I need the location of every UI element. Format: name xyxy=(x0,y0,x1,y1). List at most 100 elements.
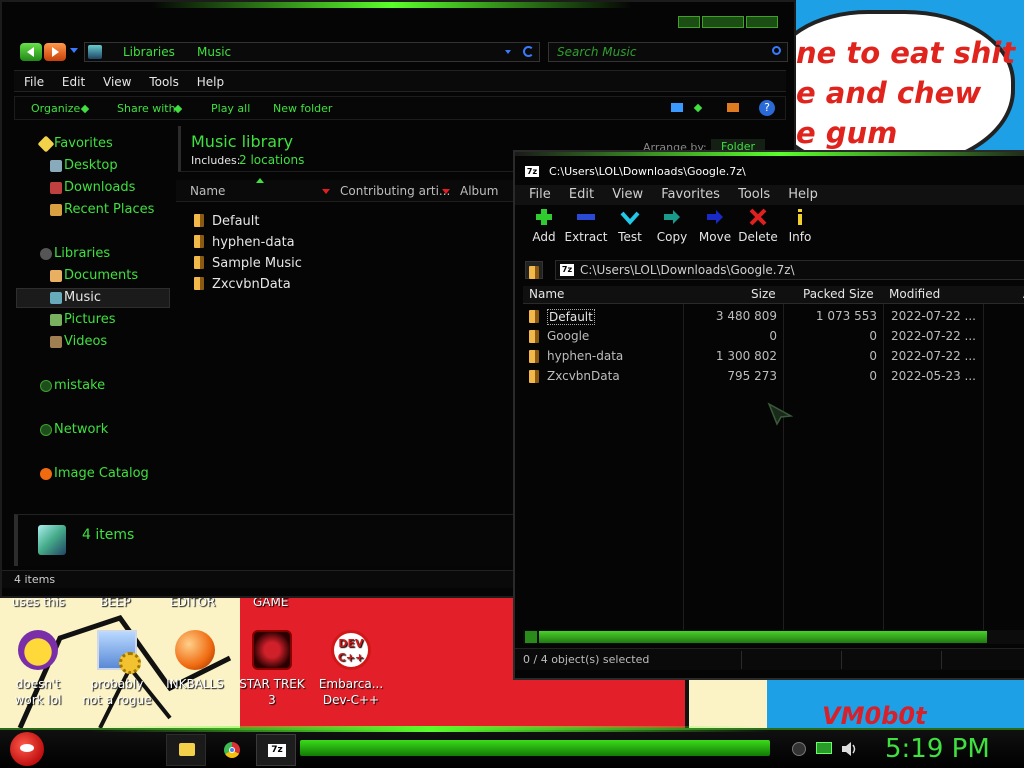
zip-menu-view[interactable]: View xyxy=(612,187,643,202)
folder-icon xyxy=(194,235,204,248)
taskbar-chrome-button[interactable] xyxy=(212,734,252,766)
nav-recent-places[interactable]: Recent Places xyxy=(50,202,154,217)
zip-column-name[interactable]: Name xyxy=(529,287,564,303)
zip-menu-help[interactable]: Help xyxy=(788,187,818,202)
close-button[interactable] xyxy=(746,16,778,28)
history-dropdown-icon[interactable] xyxy=(70,48,78,53)
file-row-zxcvbndata[interactable]: ZxcvbnData xyxy=(194,277,291,292)
help-icon[interactable]: ? xyxy=(759,100,775,116)
zip-path-text[interactable]: C:\Users\LOL\Downloads\Google.7z\ xyxy=(580,263,795,277)
menu-view[interactable]: View xyxy=(103,75,131,89)
zip-row-hyphen-data[interactable]: hyphen-data 1 300 802 0 2022-07-22 ... xyxy=(523,346,1024,366)
nav-homegroup[interactable]: mistake xyxy=(40,378,105,393)
zip-row-default[interactable]: Default 3 480 809 1 073 553 2022-07-22 .… xyxy=(523,306,1024,326)
refresh-icon[interactable] xyxy=(523,46,534,57)
column-contributing-artists[interactable]: Contributing arti... xyxy=(340,184,450,198)
chevron-down-icon[interactable] xyxy=(505,50,511,54)
taskbar-7zip-button[interactable]: 7z xyxy=(256,734,296,766)
nav-music[interactable]: Music xyxy=(50,290,101,305)
move-button[interactable]: Move xyxy=(692,208,738,244)
menu-file[interactable]: File xyxy=(24,75,44,89)
column-artists-dropdown-icon[interactable] xyxy=(442,189,450,194)
delete-button[interactable]: Delete xyxy=(735,208,781,244)
file-row-sample-music[interactable]: Sample Music xyxy=(194,256,302,271)
zip-menu-tools[interactable]: Tools xyxy=(738,187,770,202)
includes-locations-link[interactable]: 2 locations xyxy=(239,153,304,167)
nav-image-catalog[interactable]: Image Catalog xyxy=(40,466,149,481)
zip-status-divider xyxy=(741,651,742,669)
breadcrumb-libraries[interactable]: Libraries xyxy=(123,45,175,59)
breadcrumb-music[interactable]: Music xyxy=(197,45,231,59)
desktop-icon-startrek[interactable]: STAR TREK 3 xyxy=(237,630,307,708)
nav-desktop[interactable]: Desktop xyxy=(50,158,118,173)
search-input[interactable]: Search Music xyxy=(557,45,636,59)
view-icon[interactable] xyxy=(671,103,683,112)
zip-column-modified[interactable]: Modified xyxy=(889,287,940,303)
back-button[interactable] xyxy=(20,43,42,61)
organize-dropdown-icon[interactable] xyxy=(80,104,90,114)
zip-column-size[interactable]: Size xyxy=(751,287,776,303)
extract-button[interactable]: Extract xyxy=(563,208,609,244)
play-all-button[interactable]: Play all xyxy=(211,102,250,115)
menu-tools[interactable]: Tools xyxy=(149,75,179,89)
status-item-count: 4 items xyxy=(14,573,56,586)
nav-libraries[interactable]: Libraries xyxy=(40,246,110,261)
share-with-button[interactable]: Share with xyxy=(117,102,176,115)
file-row-hyphen-data[interactable]: hyphen-data xyxy=(194,235,295,250)
nav-documents[interactable]: Documents xyxy=(50,268,138,283)
zip-column-packed-size[interactable]: Packed Size xyxy=(803,287,874,303)
nav-videos[interactable]: Videos xyxy=(50,334,107,349)
column-name[interactable]: Name xyxy=(190,184,225,198)
chrome-icon xyxy=(224,742,240,758)
taskbar-clock[interactable]: 5:19 PM xyxy=(885,734,990,764)
search-icon[interactable] xyxy=(772,46,781,55)
column-album[interactable]: Album xyxy=(460,184,498,198)
organize-button[interactable]: Organize xyxy=(31,102,80,115)
new-folder-button[interactable]: New folder xyxy=(273,102,332,115)
desktop-icon-rogue[interactable]: probably not a rogue xyxy=(82,630,152,708)
desktop-icon-inkballs[interactable]: INKBALLS xyxy=(160,630,230,692)
zip-horizontal-scrollbar[interactable] xyxy=(523,630,1024,644)
taskbar-explorer-button[interactable] xyxy=(166,734,206,766)
zip-path-field[interactable]: 7z C:\Users\LOL\Downloads\Google.7z\ xyxy=(555,260,1024,280)
zip-row-name: Google xyxy=(547,329,590,343)
maximize-button[interactable] xyxy=(702,16,744,28)
address-bar[interactable]: Libraries Music xyxy=(84,42,540,62)
nav-network[interactable]: Network xyxy=(40,422,108,437)
column-name-dropdown-icon[interactable] xyxy=(322,189,330,194)
zip-up-folder-button[interactable] xyxy=(525,261,543,279)
includes-label: Includes: xyxy=(191,154,241,167)
menu-help[interactable]: Help xyxy=(197,75,224,89)
action-center-icon[interactable] xyxy=(816,742,832,754)
desktop-icon-devcpp[interactable]: DEV C++ Embarca... Dev-C++ xyxy=(316,630,386,708)
add-button[interactable]: Add xyxy=(521,208,567,244)
test-button[interactable]: Test xyxy=(607,208,653,244)
preview-pane-icon[interactable] xyxy=(727,103,739,112)
file-row-default[interactable]: Default xyxy=(194,214,260,229)
start-button[interactable] xyxy=(10,732,44,766)
zip-scrollbar-thumb[interactable] xyxy=(539,631,987,643)
library-title: Music library xyxy=(191,132,294,151)
desktop-icon-yahoo[interactable]: doesn't work lol xyxy=(3,630,73,708)
copy-button[interactable]: Copy xyxy=(649,208,695,244)
info-button[interactable]: Info xyxy=(777,208,823,244)
zip-row-name: ZxcvbnData xyxy=(547,369,620,383)
nav-favorites[interactable]: Favorites xyxy=(37,135,113,153)
zip-row-google[interactable]: Google 0 0 2022-07-22 ... xyxy=(523,326,1024,346)
zip-row-zxcvbndata[interactable]: ZxcvbnData 795 273 0 2022-05-23 ... xyxy=(523,366,1024,386)
forward-button[interactable] xyxy=(44,43,66,61)
zip-menu-favorites[interactable]: Favorites xyxy=(661,187,720,202)
show-hidden-icons-icon[interactable] xyxy=(792,742,806,756)
desktop-icon xyxy=(50,160,62,172)
scrollbar-left-arrow-icon[interactable] xyxy=(525,631,537,643)
nav-downloads[interactable]: Downloads xyxy=(50,180,135,195)
folder-icon xyxy=(529,370,539,383)
menu-edit[interactable]: Edit xyxy=(62,75,85,89)
zip-menu-edit[interactable]: Edit xyxy=(569,187,594,202)
zip-menu-file[interactable]: File xyxy=(529,187,551,202)
view-dropdown-icon[interactable] xyxy=(693,103,703,113)
nav-pictures[interactable]: Pictures xyxy=(50,312,115,327)
search-box[interactable]: Search Music xyxy=(548,42,788,62)
minimize-button[interactable] xyxy=(678,16,700,28)
volume-icon[interactable] xyxy=(840,741,858,757)
